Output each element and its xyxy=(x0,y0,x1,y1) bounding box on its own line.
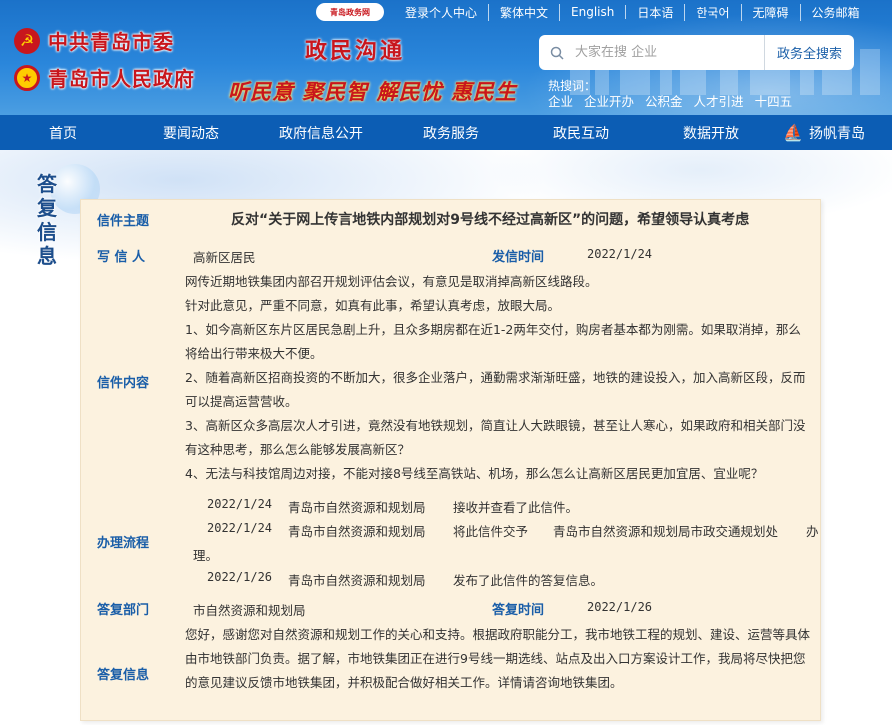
nav-brand-label: 扬帆青岛 xyxy=(808,125,865,142)
search-button[interactable]: 政务全搜索 xyxy=(764,35,854,70)
korean-link[interactable]: 한국어 xyxy=(685,3,742,21)
subject-label: 信件主题 xyxy=(97,214,150,229)
main-nav: 首页 要闻动态 政府信息公开 政务服务 政民互动 数据开放 ⛵ 扬帆青岛 xyxy=(0,115,892,150)
content-paragraph: 4、无法与科技馆周边对接，不能对接8号线至高铁站、机场，那么怎么让高新区居民更加… xyxy=(185,466,764,481)
reply-time-label: 答复时间 xyxy=(492,603,545,618)
sent-time-value: 2022/1/24 xyxy=(587,247,653,261)
traditional-chinese-link[interactable]: 繁体中文 xyxy=(489,3,561,21)
letter-subject: 反对“关于网上传言地铁内部规划对9号线不经过高新区”的问题，希望领导认真考虑 xyxy=(231,212,750,228)
nav-interaction[interactable]: 政民互动 xyxy=(516,123,646,143)
nav-home[interactable]: 首页 xyxy=(0,123,126,143)
party-committee-logo[interactable]: ☭ 中共青岛市委 xyxy=(14,26,174,55)
national-emblem-icon: ★ xyxy=(14,64,40,91)
hot-word-enterprise[interactable]: 企业 xyxy=(548,94,573,110)
japanese-link[interactable]: 日本语 xyxy=(626,3,686,21)
hot-word-housing-fund[interactable]: 公积金 xyxy=(645,94,683,110)
hot-word-talent[interactable]: 人才引进 xyxy=(694,94,744,110)
party-emblem-icon: ☭ xyxy=(14,27,40,54)
process-org: 青岛市自然资源和规划局 xyxy=(288,500,426,515)
process-org: 青岛市自然资源和规划局 xyxy=(288,573,426,588)
search-input[interactable] xyxy=(575,36,764,69)
accessibility-link[interactable]: 无障碍 xyxy=(742,3,801,21)
content-paragraph: 网传近期地铁集团内部召开规划评估会议，有意见是取消掉高新区线路段。 xyxy=(185,274,598,289)
process-label: 办理流程 xyxy=(97,536,150,551)
process-action: 将此信件交予 xyxy=(453,524,529,539)
sail-icon: ⛵ xyxy=(783,123,803,142)
writer-label: 写 信 人 xyxy=(97,250,146,265)
portal-logo[interactable]: 青岛政务网 xyxy=(316,3,384,21)
letter-content: 网传近期地铁集团内部召开规划评估会议，有意见是取消掉高新区线路段。 针对此意见，… xyxy=(185,270,810,486)
content-paragraph: 3、高新区众多高层次人才引进，竟然没有地铁规划，简直让人大跌眼镜，甚至让人寒心，… xyxy=(185,418,806,457)
section-slogan: 听民意 聚民智 解民忧 惠民生 xyxy=(228,80,517,104)
nav-gov-info[interactable]: 政府信息公开 xyxy=(256,123,386,143)
reply-label: 答复信息 xyxy=(97,668,150,683)
hot-search: 热搜词： 企业 企业开办 公积金 人才引进 十四五 xyxy=(548,78,803,110)
reply-dept-label: 答复部门 xyxy=(97,603,150,618)
site-header: 青岛政务网 登录个人中心 繁体中文 English 日本语 한국어 无障碍 公务… xyxy=(0,0,892,115)
reply-time-value: 2022/1/26 xyxy=(587,600,653,614)
government-name: 青岛市人民政府 xyxy=(48,67,195,91)
content-paragraph: 1、如今高新区东片区居民急剧上升，且众多期房都在近1-2两年交付，购房者基本都为… xyxy=(185,322,801,361)
login-link[interactable]: 登录个人中心 xyxy=(394,3,490,21)
process-date: 2022/1/24 xyxy=(207,497,273,511)
official-mail-link[interactable]: 公务邮箱 xyxy=(801,4,871,21)
search-icon xyxy=(539,35,575,70)
content-paragraph: 2、随着高新区招商投资的不断加大，很多企业落户，通勤需求渐渐旺盛，地铁的建设投入… xyxy=(185,370,806,409)
section-title: 政民沟通 xyxy=(305,39,406,64)
reply-dept-value: 市自然资源和规划局 xyxy=(193,603,306,618)
nav-news[interactable]: 要闻动态 xyxy=(126,123,256,143)
nav-open-data[interactable]: 数据开放 xyxy=(646,123,776,143)
reply-content: 您好，感谢您对自然资源和规划工作的关心和支持。根据政府职能分工，我市地铁工程的规… xyxy=(185,627,811,690)
hot-search-label: 热搜词： xyxy=(548,79,597,93)
process-tail: 办 xyxy=(806,524,819,539)
content-label: 信件内容 xyxy=(97,376,150,391)
process-action: 接收并查看了此信件。 xyxy=(453,500,579,515)
process-org: 青岛市自然资源和规划局 xyxy=(288,524,426,539)
hot-word-14th-plan[interactable]: 十四五 xyxy=(755,94,793,110)
process-target: 青岛市自然资源和规划局市政交通规划处 xyxy=(553,524,779,539)
search-box: 政务全搜索 xyxy=(539,35,854,70)
content-paragraph: 针对此意见，严重不同意，如真有此事，希望认真考虑，放眼大局。 xyxy=(185,298,561,313)
portal-logo-text: 青岛政务网 xyxy=(330,7,370,17)
top-links-bar: 青岛政务网 登录个人中心 繁体中文 English 日本语 한국어 无障碍 公务… xyxy=(316,2,892,22)
party-name: 中共青岛市委 xyxy=(48,30,174,54)
writer-value: 高新区居民 xyxy=(193,250,256,265)
english-link[interactable]: English xyxy=(560,5,627,19)
hot-word-business-setup[interactable]: 企业开办 xyxy=(584,94,634,110)
sent-time-label: 发信时间 xyxy=(492,250,545,265)
side-title: 答复信息 xyxy=(37,172,57,268)
process-action: 发布了此信件的答复信息。 xyxy=(453,573,604,588)
process-date: 2022/1/24 xyxy=(207,521,273,535)
nav-brand[interactable]: ⛵ 扬帆青岛 xyxy=(776,123,872,143)
process-date: 2022/1/26 xyxy=(207,570,273,584)
government-logo[interactable]: ★ 青岛市人民政府 xyxy=(14,63,195,92)
nav-services[interactable]: 政务服务 xyxy=(386,123,516,143)
process-tail-continued: 理。 xyxy=(193,548,219,563)
